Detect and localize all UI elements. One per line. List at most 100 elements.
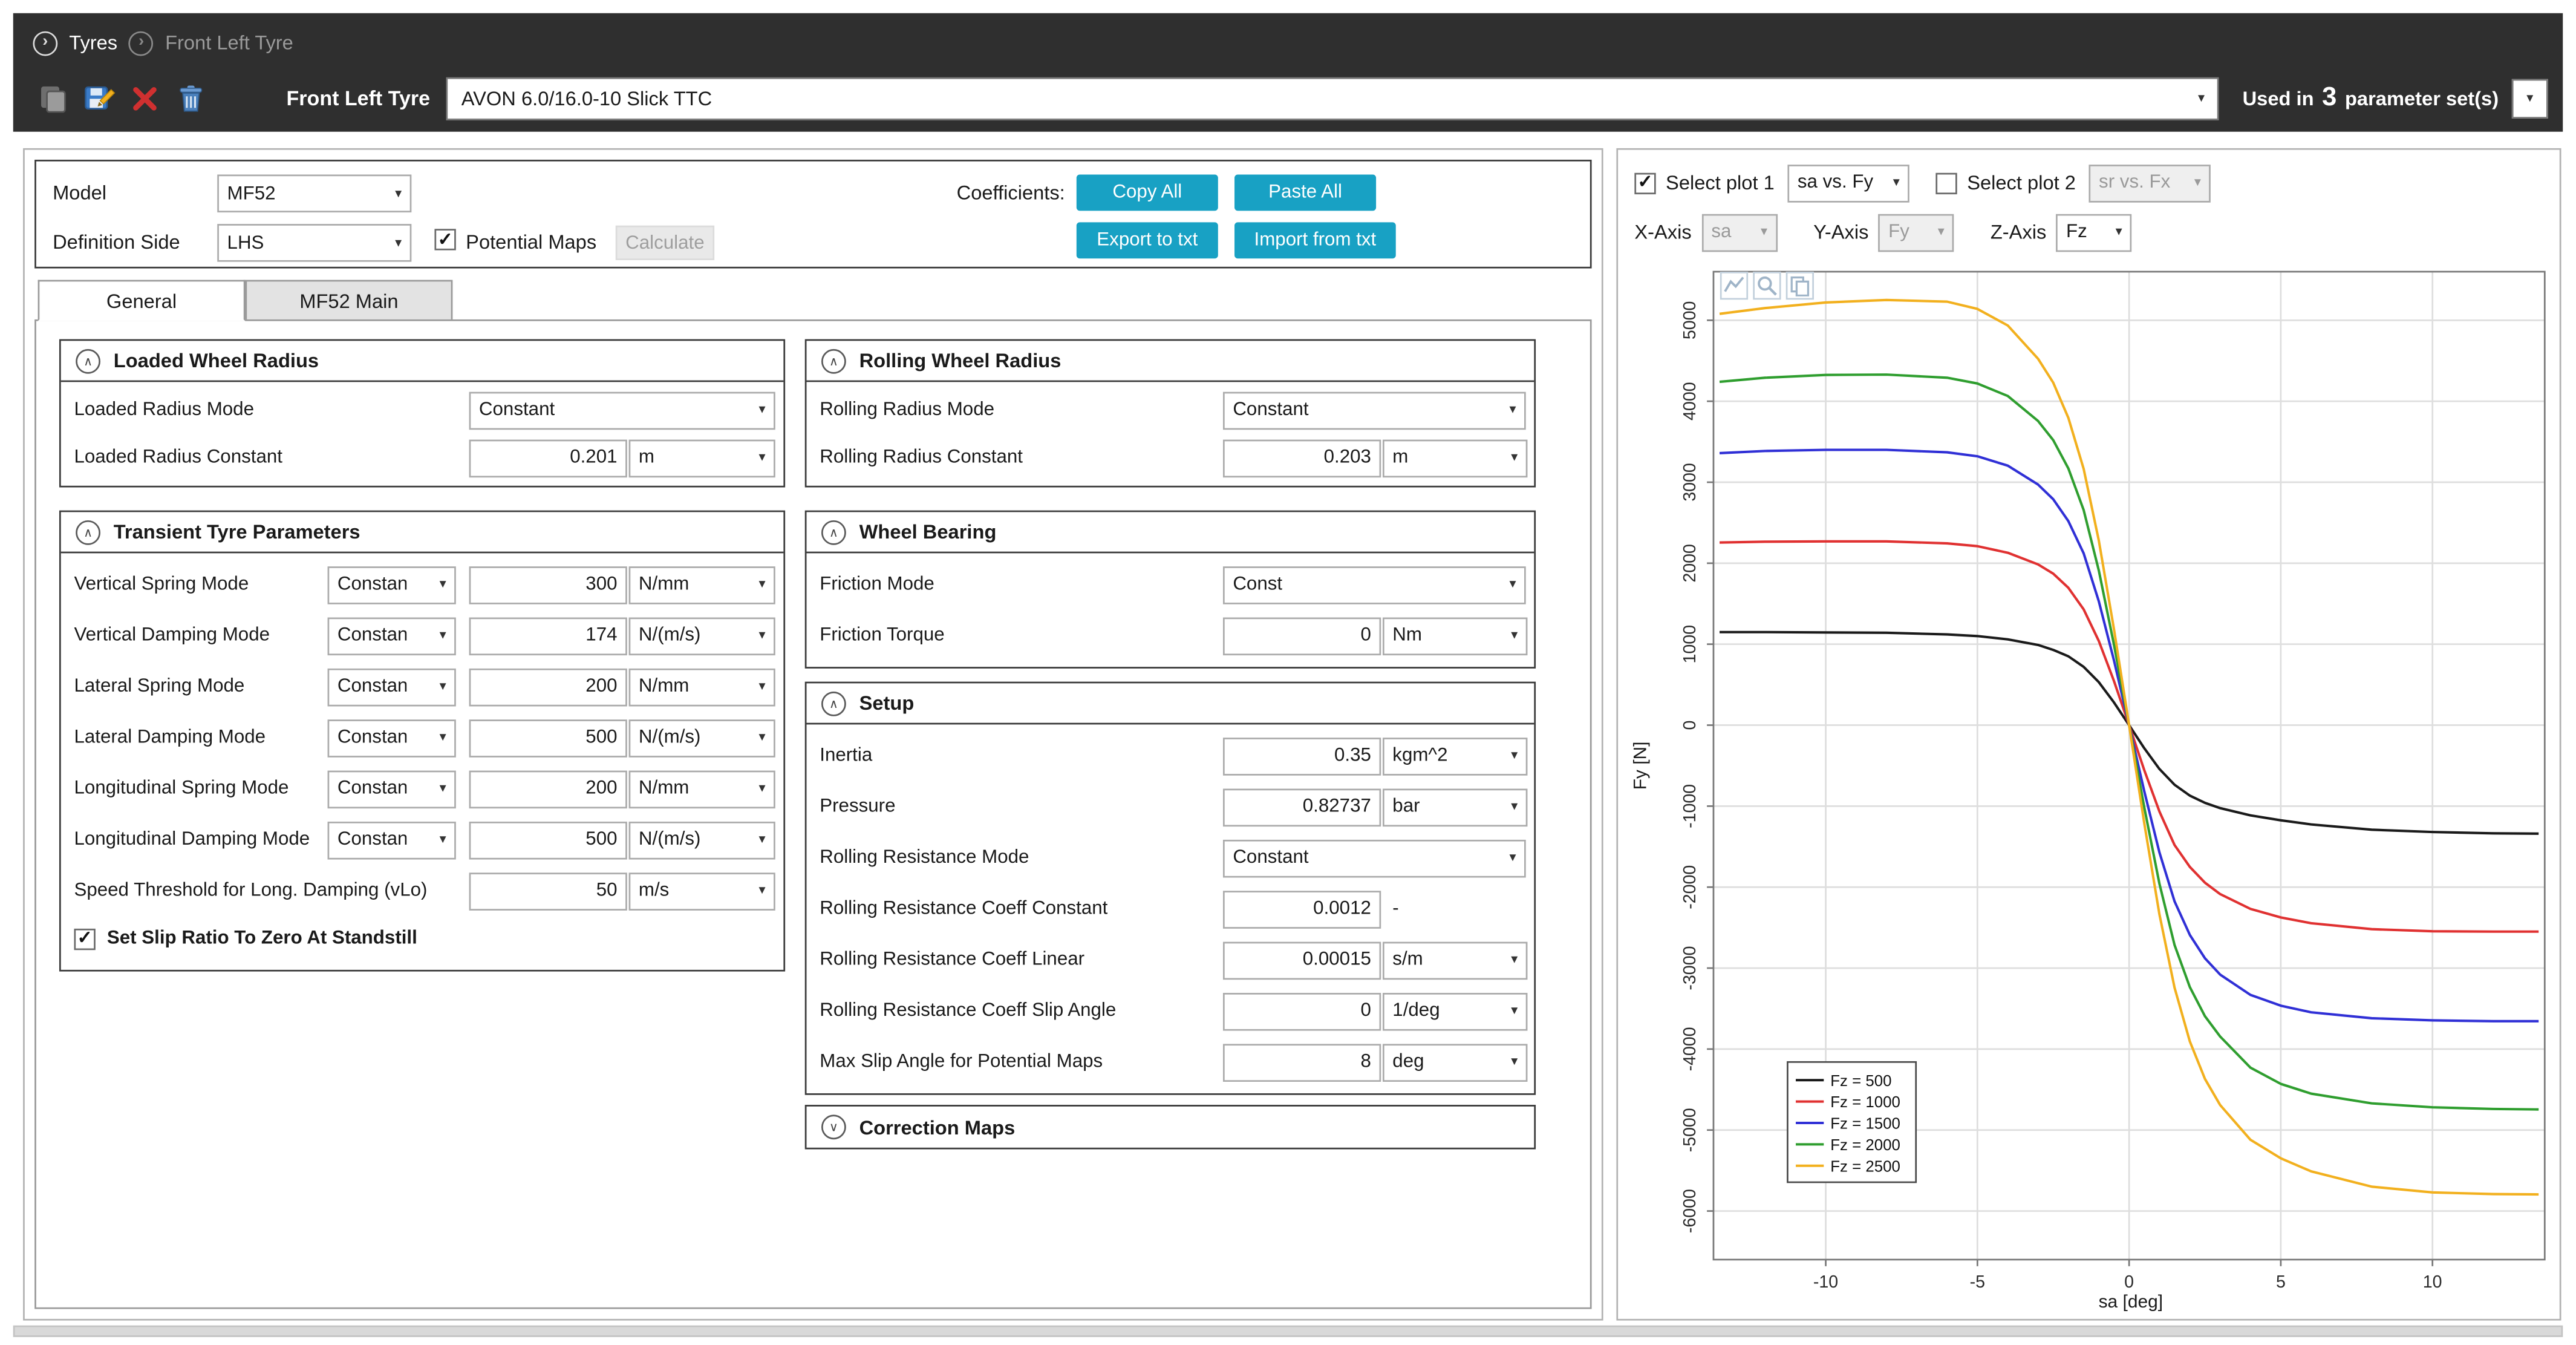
collapse-icon[interactable]: ∧ [821,520,846,545]
pressure-input[interactable]: 0.82737 [1223,788,1381,826]
inertia-input[interactable]: 0.35 [1223,737,1381,775]
value-input[interactable]: 174 [469,617,627,655]
copy-parameter-set-icon[interactable] [33,79,72,119]
svg-text:-3000: -3000 [1680,946,1700,990]
chevron-down-icon: ▾ [754,731,765,744]
select-plot2-checkbox[interactable] [1935,172,1957,193]
export-to-txt-button[interactable]: Export to txt [1077,222,1218,258]
section-title: Correction Maps [859,1116,1016,1139]
collapse-icon[interactable]: ∧ [821,349,846,373]
mode-select[interactable]: Constant ▾ [328,821,456,859]
fy-vs-sa-chart[interactable]: -10-50510-6000-5000-4000-3000-2000-10000… [1622,255,2557,1316]
breadcrumb-tyres[interactable]: Tyres [69,31,117,54]
svg-text:Fz = 1000: Fz = 1000 [1830,1094,1900,1111]
paste-all-button[interactable]: Paste All [1234,174,1376,211]
mode-select[interactable]: Constant ▾ [328,668,456,706]
used-in-text: Used in 3 parameter set(s) [2243,84,2499,114]
svg-text:0: 0 [1680,721,1700,730]
y-axis-select[interactable]: Fy ▾ [1879,213,1954,251]
collapse-icon[interactable]: ∧ [76,520,100,545]
slip-ratio-checkbox[interactable] [74,928,95,949]
value-input[interactable]: 500 [469,719,627,757]
trash-icon[interactable] [171,79,210,119]
rr-coeff-slip-angle-input[interactable]: 0 [1223,992,1381,1030]
copy-all-button[interactable]: Copy All [1077,174,1218,211]
value-input[interactable]: 500 [469,821,627,859]
speed-threshold-input[interactable]: 50 [469,872,627,910]
copy-chart-tool-icon[interactable] [1786,272,1814,299]
rolling-radius-constant-input[interactable]: 0.203 [1223,439,1381,477]
plot-panel: Select plot 1 sa vs. Fy ▾ Select plot 2 … [1616,148,2561,1321]
z-axis-select[interactable]: Fz ▾ [2056,213,2132,251]
mode-select[interactable]: Constant ▾ [328,719,456,757]
tab-general[interactable]: General [38,280,246,321]
potential-maps-checkbox[interactable] [434,229,455,250]
friction-torque-input[interactable]: 0 [1223,617,1381,655]
max-slip-angle-input[interactable]: 8 [1223,1043,1381,1081]
chart-line-tool-icon[interactable] [1720,272,1748,299]
unit-select[interactable]: Nm ▾ [1383,617,1527,655]
unit-select[interactable]: s/m ▾ [1383,941,1527,979]
tyre-name-select[interactable]: AVON 6.0/16.0-10 Slick TTC ▾ [446,77,2219,120]
rolling-radius-mode-select[interactable]: Constant ▾ [1223,391,1526,429]
zoom-tool-icon[interactable] [1753,272,1781,299]
unit-select[interactable]: m ▾ [629,439,775,477]
potential-maps-label: Potential Maps [466,231,596,254]
chevron-down-icon: ▾ [1506,451,1518,465]
unit-select[interactable]: N/mm ▾ [629,566,775,604]
definition-side-select[interactable]: LHS ▾ [217,224,411,262]
save-edit-icon[interactable] [79,79,119,119]
friction-mode-select[interactable]: Const ▾ [1223,566,1526,604]
transient-row: Lateral Damping Mode Constant ▾ 500 N/(m… [74,718,770,758]
x-axis-label: X-Axis [1634,221,1691,244]
collapse-icon[interactable]: ∧ [821,691,846,716]
calculate-button[interactable]: Calculate [616,226,714,260]
chart-x-axis-title: sa [deg] [1714,1292,2548,1312]
chevron-down-icon: ▾ [390,187,402,200]
delete-icon[interactable] [125,79,165,119]
slip-ratio-row: Set Slip Ratio To Zero At Standstill [74,924,770,954]
loaded-radius-constant-input[interactable]: 0.201 [469,439,627,477]
value-input[interactable]: 200 [469,770,627,808]
breadcrumb-front-left-tyre: Front Left Tyre [165,31,293,54]
plot1-type-select[interactable]: sa vs. Fy ▾ [1788,164,1909,202]
chevron-right-circle-icon[interactable]: › [33,30,57,55]
svg-text:4000: 4000 [1680,382,1700,421]
model-select[interactable]: MF52 ▾ [217,174,411,212]
svg-text:5000: 5000 [1680,301,1700,340]
unit-select[interactable]: m/s ▾ [629,872,775,910]
y-axis-label: Y-Axis [1813,221,1868,244]
rr-coeff-constant-input[interactable]: 0.0012 [1223,890,1381,928]
value-input[interactable]: 300 [469,566,627,604]
unit-select[interactable]: deg ▾ [1383,1043,1527,1081]
loaded-radius-mode-select[interactable]: Constant ▾ [469,391,775,429]
mode-select[interactable]: Constant ▾ [328,566,456,604]
rolling-resistance-mode-select[interactable]: Constant ▾ [1223,839,1526,877]
expand-icon[interactable]: ∨ [821,1114,846,1139]
unit-select[interactable]: N/(m/s) ▾ [629,617,775,655]
unit-select[interactable]: kgm^2 ▾ [1383,737,1527,775]
used-in-dropdown[interactable]: ▾ [2512,79,2548,119]
mode-select[interactable]: Constant ▾ [328,770,456,808]
rr-coeff-linear-input[interactable]: 0.00015 [1223,941,1381,979]
unit-select[interactable]: N/mm ▾ [629,770,775,808]
svg-text:1000: 1000 [1680,625,1700,664]
value-input[interactable]: 200 [469,668,627,706]
unit-select[interactable]: m ▾ [1383,439,1527,477]
section-title: Loaded Wheel Radius [114,349,319,372]
unit-select[interactable]: N/mm ▾ [629,668,775,706]
section-loaded-wheel-radius: ∧ Loaded Wheel Radius Loaded Radius Mode… [59,339,785,488]
unit-select[interactable]: N/(m/s) ▾ [629,719,775,757]
unit-select[interactable]: 1/deg ▾ [1383,992,1527,1030]
unit-select[interactable]: N/(m/s) ▾ [629,821,775,859]
x-axis-select[interactable]: sa ▾ [1701,213,1777,251]
plot2-type-select[interactable]: sr vs. Fx ▾ [2089,164,2211,202]
import-from-txt-button[interactable]: Import from txt [1234,222,1396,258]
mode-select[interactable]: Constant ▾ [328,617,456,655]
tab-mf52-main[interactable]: MF52 Main [245,280,452,321]
section-correction-maps: ∨ Correction Maps [805,1105,1536,1149]
collapse-icon[interactable]: ∧ [76,349,100,373]
select-plot1-checkbox[interactable] [1634,172,1655,193]
bottom-scrollbar[interactable] [13,1326,2563,1337]
unit-select[interactable]: bar ▾ [1383,788,1527,826]
